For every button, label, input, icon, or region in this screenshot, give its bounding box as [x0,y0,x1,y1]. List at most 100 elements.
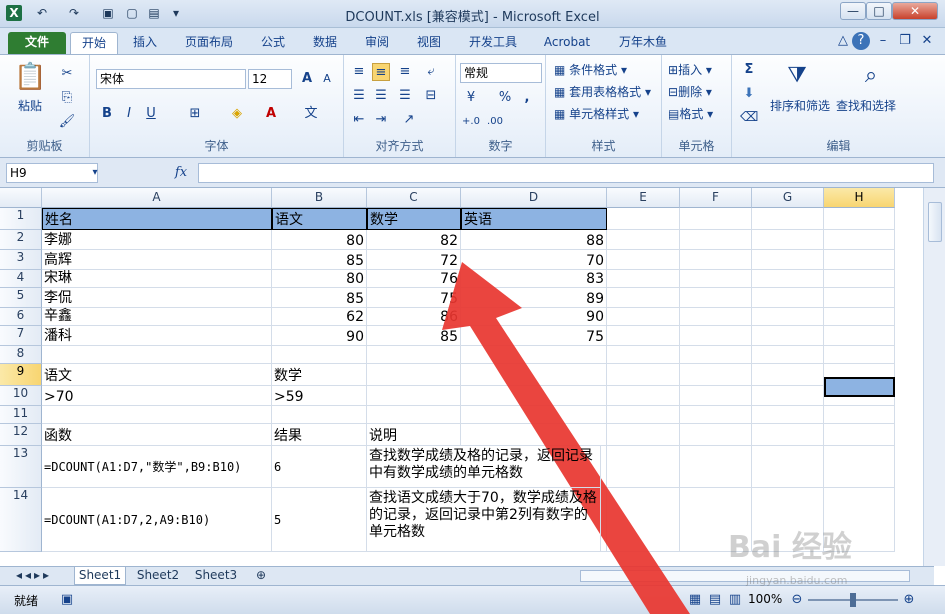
cell-c1[interactable]: 数学 [367,208,461,230]
cell-d5[interactable]: 89 [461,288,607,308]
align-center-icon[interactable]: ☰ [372,87,390,105]
cell-d8[interactable] [461,346,607,364]
column-header-c[interactable]: C [367,188,461,208]
conditional-format-button[interactable]: ▦ 条件格式 ▾ [554,61,627,78]
cell-d7[interactable]: 75 [461,326,607,346]
copy-icon[interactable]: ⎘ [58,89,76,107]
page-layout-view-icon[interactable]: ▤ [706,591,724,609]
sheet-tab-1[interactable]: Sheet1 [74,567,126,585]
cell-g2[interactable] [752,230,824,250]
cell-a3[interactable]: 高辉 [42,250,272,270]
cell-f6[interactable] [680,308,752,326]
cell-g5[interactable] [752,288,824,308]
tab-data[interactable]: 数据 [304,32,346,54]
cell-g3[interactable] [752,250,824,270]
new-sheet-icon[interactable]: ⊕ [250,567,272,585]
fill-icon[interactable]: ⬇ [740,85,758,103]
cell-g11[interactable] [752,406,824,424]
workbook-restore-icon[interactable]: ❐ [896,32,914,50]
tab-review[interactable]: 审阅 [356,32,398,54]
percent-button[interactable]: % [496,89,514,107]
cell-e10[interactable] [607,386,680,406]
cell-b10[interactable]: >59 [272,386,367,406]
cell-g12[interactable] [752,424,824,446]
cell-f11[interactable] [680,406,752,424]
column-header-d[interactable]: D [461,188,607,208]
tab-home[interactable]: 开始 [70,32,118,54]
cell-d3[interactable]: 70 [461,250,607,270]
cell-h3[interactable] [824,250,895,270]
cell-f2[interactable] [680,230,752,250]
cell-a6[interactable]: 辛鑫 [42,308,272,326]
cell-d11[interactable] [461,406,607,424]
tab-developer[interactable]: 开发工具 [460,32,526,54]
column-header-h[interactable]: H [824,188,895,208]
workbook-close-icon[interactable]: ✕ [918,32,936,50]
cell-e11[interactable] [607,406,680,424]
cell-b5[interactable]: 85 [272,288,367,308]
tab-formulas[interactable]: 公式 [252,32,294,54]
cell-b14[interactable]: 5 [272,488,367,552]
cell-c11[interactable] [367,406,461,424]
find-select-icon[interactable]: ⌕ [856,61,886,91]
horizontal-scrollbar[interactable] [580,570,910,582]
cell-b6[interactable]: 62 [272,308,367,326]
currency-icon[interactable]: ¥ [462,89,480,107]
cell-f12[interactable] [680,424,752,446]
orientation-icon[interactable]: ↗ [400,111,418,129]
cell-a10[interactable]: >70 [42,386,272,406]
formula-input[interactable] [198,163,934,183]
font-grow-icon[interactable]: A [298,70,316,88]
increase-decimal-icon[interactable]: +.0 [462,113,480,131]
cell-b12[interactable]: 结果 [272,424,367,446]
cell-c6[interactable]: 86 [367,308,461,326]
comma-button[interactable]: , [518,89,536,107]
insert-cells-button[interactable]: ⊞插入 ▾ [668,61,712,78]
sheet-tab-2[interactable]: Sheet2 [132,567,184,585]
worksheet-grid[interactable]: ABCDEFGH 1 2 3 4 5 6 7 8 9 10 11 12 13 14 姓名 语文 数学 英语 李娜 8… [0,188,934,566]
cell-f4[interactable] [680,270,752,288]
cell-b13[interactable]: 6 [272,446,367,488]
cell-e9[interactable] [607,364,680,386]
cell-e8[interactable] [607,346,680,364]
active-cell-h9[interactable] [824,377,895,397]
cell-e1[interactable] [607,208,680,230]
cell-a13[interactable]: =DCOUNT(A1:D7,"数学",B9:B10) [42,446,272,488]
paste-icon[interactable]: 📋 [14,61,46,93]
sheet-tab-3[interactable]: Sheet3 [190,567,242,585]
zoom-level[interactable]: 100% [748,592,782,606]
align-middle-icon[interactable]: ≡ [372,63,390,81]
cell-g9[interactable] [752,364,824,386]
format-painter-icon[interactable]: 🖌 [58,113,76,131]
cell-g8[interactable] [752,346,824,364]
cell-d1[interactable]: 英语 [461,208,607,230]
align-bottom-icon[interactable]: ≡ [396,63,414,81]
column-header-e[interactable]: E [607,188,680,208]
cell-a5[interactable]: 李侃 [42,288,272,308]
sheet-nav-arrows-icon[interactable]: ◂◂▸▸ [4,567,64,585]
cell-c3[interactable]: 72 [367,250,461,270]
decrease-decimal-icon[interactable]: .00 [486,113,504,131]
name-box-dropdown-icon[interactable]: ▾ [86,164,104,182]
align-top-icon[interactable]: ≡ [350,63,368,81]
cell-a9[interactable]: 语文 [42,364,272,386]
cell-f7[interactable] [680,326,752,346]
cell-a8[interactable] [42,346,272,364]
cell-a1[interactable]: 姓名 [42,208,272,230]
cell-a2[interactable]: 李娜 [42,230,272,250]
column-header-a[interactable]: A [42,188,272,208]
close-button[interactable]: ✕ [892,2,938,20]
align-right-icon[interactable]: ☰ [396,87,414,105]
cell-h1[interactable] [824,208,895,230]
cell-a11[interactable] [42,406,272,424]
cell-f10[interactable] [680,386,752,406]
tab-page-layout[interactable]: 页面布局 [176,32,242,54]
cell-e5[interactable] [607,288,680,308]
cell-h7[interactable] [824,326,895,346]
cell-h12[interactable] [824,424,895,446]
cell-b1[interactable]: 语文 [272,208,367,230]
cell-g7[interactable] [752,326,824,346]
sort-filter-button[interactable]: 排序和筛选 [770,97,830,114]
cell-f9[interactable] [680,364,752,386]
cell-c14[interactable]: 查找语文成绩大于70，数学成绩及格的记录，返回记录中第2列有数字的单元格数 [367,488,601,552]
